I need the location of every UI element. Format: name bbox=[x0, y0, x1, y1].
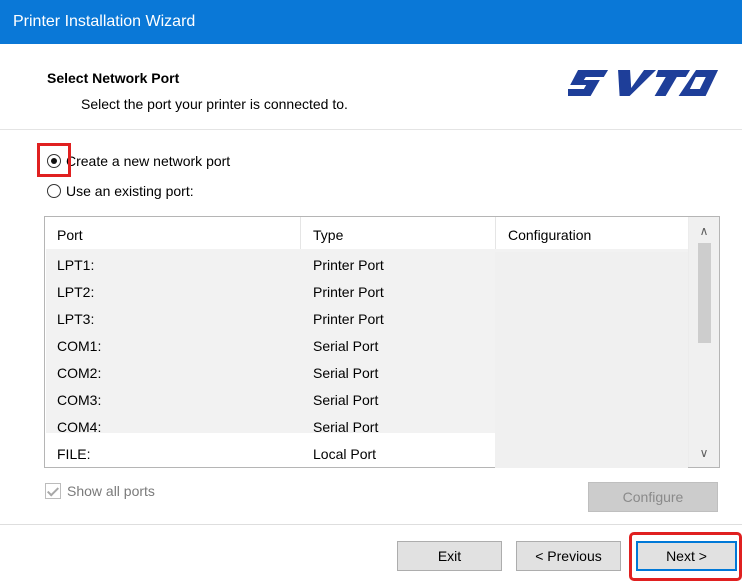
table-row[interactable]: COM2: Serial Port bbox=[45, 360, 688, 387]
type-cell: Printer Port bbox=[313, 311, 384, 327]
scroll-up-icon[interactable]: ∧ bbox=[689, 217, 719, 245]
table-row[interactable]: FILE: Local Port bbox=[45, 441, 688, 468]
window-title: Printer Installation Wizard bbox=[13, 13, 196, 30]
use-existing-port-option[interactable]: Use an existing port: bbox=[47, 183, 194, 199]
port-cell: FILE: bbox=[57, 446, 91, 462]
port-cell: COM1: bbox=[57, 338, 102, 354]
type-cell: Serial Port bbox=[313, 365, 379, 381]
list-rows: LPT1: Printer Port LPT2: Printer Port LP… bbox=[45, 252, 688, 468]
page-title: Select Network Port bbox=[47, 70, 180, 86]
title-bar: Printer Installation Wizard bbox=[0, 0, 742, 44]
footer-separator bbox=[0, 524, 742, 525]
show-all-ports-checkbox[interactable] bbox=[45, 483, 61, 499]
type-cell: Local Port bbox=[313, 446, 377, 462]
configure-button[interactable]: Configure bbox=[588, 482, 718, 512]
table-row[interactable]: LPT3: Printer Port bbox=[45, 306, 688, 333]
type-cell: Serial Port bbox=[313, 338, 379, 354]
table-row[interactable]: LPT2: Printer Port bbox=[45, 279, 688, 306]
highlight-box bbox=[37, 143, 71, 177]
type-cell: Serial Port bbox=[313, 419, 379, 435]
scroll-thumb[interactable] bbox=[698, 243, 711, 343]
use-existing-radio[interactable] bbox=[47, 184, 61, 198]
use-existing-label: Use an existing port: bbox=[66, 183, 194, 199]
type-cell: Printer Port bbox=[313, 284, 384, 300]
port-list[interactable]: Port Type Configuration LPT1: Printer Po… bbox=[44, 216, 720, 468]
column-divider bbox=[300, 217, 301, 249]
show-all-ports-label: Show all ports bbox=[67, 483, 155, 499]
table-row[interactable]: COM4: Serial Port bbox=[45, 414, 688, 441]
scroll-down-icon[interactable]: ∨ bbox=[689, 439, 719, 467]
table-row[interactable]: LPT1: Printer Port bbox=[45, 252, 688, 279]
header-separator bbox=[0, 129, 742, 130]
column-divider bbox=[495, 217, 496, 249]
port-cell: COM4: bbox=[57, 419, 102, 435]
create-new-port-option[interactable]: Create a new network port bbox=[47, 153, 230, 169]
table-row[interactable]: COM3: Serial Port bbox=[45, 387, 688, 414]
type-cell: Printer Port bbox=[313, 257, 384, 273]
previous-button[interactable]: < Previous bbox=[516, 541, 621, 571]
port-cell: COM2: bbox=[57, 365, 102, 381]
column-header-type[interactable]: Type bbox=[313, 227, 343, 243]
column-header-configuration[interactable]: Configuration bbox=[508, 227, 591, 243]
column-header-port[interactable]: Port bbox=[57, 227, 83, 243]
port-cell: LPT2: bbox=[57, 284, 95, 300]
sato-logo bbox=[561, 64, 719, 105]
sato-logo-graphic bbox=[561, 70, 719, 96]
table-row[interactable]: COM1: Serial Port bbox=[45, 333, 688, 360]
list-header: Port Type Configuration bbox=[45, 217, 688, 249]
type-cell: Serial Port bbox=[313, 392, 379, 408]
page-subtitle: Select the port your printer is connecte… bbox=[81, 96, 348, 112]
create-new-label: Create a new network port bbox=[66, 153, 231, 169]
port-cell: COM3: bbox=[57, 392, 102, 408]
highlight-box bbox=[629, 532, 742, 581]
show-all-ports-option[interactable]: Show all ports bbox=[45, 483, 155, 499]
port-cell: LPT3: bbox=[57, 311, 95, 327]
port-cell: LPT1: bbox=[57, 257, 95, 273]
vertical-scrollbar[interactable]: ∧ ∨ bbox=[688, 217, 719, 467]
exit-button[interactable]: Exit bbox=[397, 541, 502, 571]
